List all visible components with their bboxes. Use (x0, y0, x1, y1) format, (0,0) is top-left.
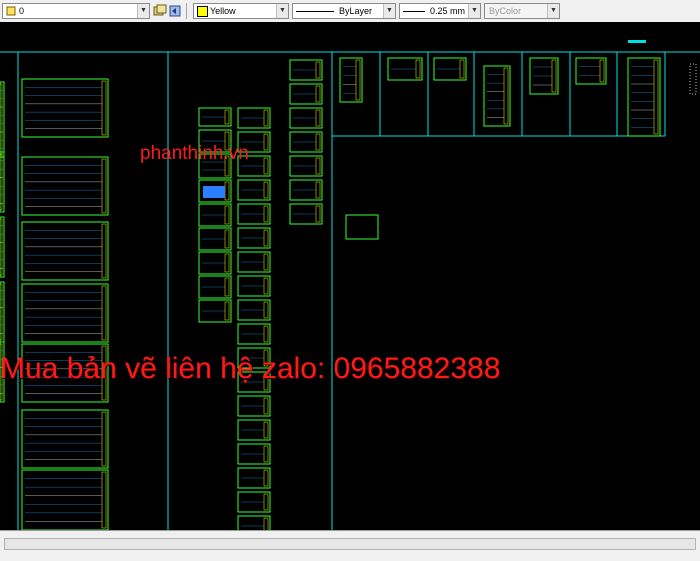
title-block (263, 157, 269, 175)
title-block (224, 277, 230, 297)
title-block (101, 158, 107, 214)
chevron-down-icon[interactable]: ▼ (383, 4, 395, 18)
title-block (263, 253, 269, 271)
title-block (315, 157, 321, 175)
title-block (224, 253, 230, 273)
title-block (101, 223, 107, 279)
color-swatch (197, 6, 208, 17)
annotation-text (689, 63, 697, 95)
title-block (315, 109, 321, 127)
layer-previous-icon[interactable] (169, 4, 183, 18)
status-bar (0, 530, 700, 561)
title-block (315, 205, 321, 223)
layer-bulb-icon (6, 6, 16, 16)
properties-toolbar: 0 ▼ Yellow ▼ ByLayer ▼ 0.25 mm ▼ ByColor… (0, 0, 700, 23)
title-block (224, 205, 230, 225)
title-block (101, 471, 107, 529)
title-block (263, 205, 269, 223)
color-dropdown[interactable]: Yellow ▼ (193, 3, 289, 19)
layer-value: 0 (19, 6, 25, 16)
title-block (459, 59, 465, 79)
title-block (315, 61, 321, 79)
title-block (101, 285, 107, 341)
drawing-sheet (345, 214, 379, 240)
title-block (263, 325, 269, 343)
title-block (263, 301, 269, 319)
drawing-sheet (21, 469, 109, 530)
title-block (653, 59, 659, 135)
drawing-sheet (21, 78, 109, 138)
plotstyle-value: ByColor (489, 6, 522, 16)
layer-state-icon[interactable] (153, 4, 167, 18)
title-block (551, 59, 557, 93)
title-block (263, 469, 269, 487)
title-block (263, 517, 269, 530)
title-block (315, 133, 321, 151)
lineweight-value: 0.25 mm (430, 6, 466, 16)
horizontal-scrollbar[interactable] (4, 538, 696, 550)
chevron-down-icon[interactable]: ▼ (137, 4, 149, 18)
linetype-value: ByLayer (339, 6, 373, 16)
title-block (101, 411, 107, 467)
title-block (315, 85, 321, 103)
linetype-dropdown[interactable]: ByLayer ▼ (292, 3, 396, 19)
layer-dropdown[interactable]: 0 ▼ (2, 3, 150, 19)
title-block (101, 80, 107, 136)
highlighted-sheet (203, 186, 225, 198)
title-block (263, 421, 269, 439)
title-block (224, 109, 230, 125)
title-block (263, 445, 269, 463)
chevron-down-icon: ▼ (547, 4, 559, 18)
linetype-preview (296, 11, 334, 12)
chevron-down-icon[interactable]: ▼ (276, 4, 288, 18)
drawing-sheet (21, 221, 109, 281)
title-block (599, 59, 605, 83)
title-block (263, 229, 269, 247)
color-value: Yellow (210, 6, 236, 16)
title-block (263, 277, 269, 295)
title-block (503, 67, 509, 125)
title-block (263, 493, 269, 511)
title-block (263, 397, 269, 415)
title-block (263, 133, 269, 151)
frame-marker (628, 40, 646, 43)
model-space-drawing[interactable] (0, 22, 700, 530)
site-watermark: phanthinh.vn (140, 143, 249, 164)
title-block (263, 109, 269, 127)
chevron-down-icon[interactable]: ▼ (468, 4, 480, 18)
toolbar-separator (186, 3, 187, 19)
drawing-sheet (575, 57, 607, 85)
title-block (263, 181, 269, 199)
title-block (415, 59, 421, 79)
lineweight-preview (403, 11, 425, 12)
drawing-sheet (483, 65, 511, 127)
title-block (224, 301, 230, 321)
title-block (224, 229, 230, 249)
title-block (315, 181, 321, 199)
drawing-canvas[interactable] (0, 22, 700, 530)
drawing-sheet (21, 409, 109, 469)
contact-watermark: Mua bản vẽ liên hệ zalo: 0965882388 (0, 352, 501, 385)
drawing-sheet (21, 283, 109, 343)
drawing-sheet (21, 156, 109, 216)
title-block (224, 181, 230, 201)
lineweight-dropdown[interactable]: 0.25 mm ▼ (399, 3, 481, 19)
drawing-sheet (627, 57, 661, 137)
title-block (355, 59, 361, 101)
plotstyle-dropdown: ByColor ▼ (484, 3, 560, 19)
drawing-sheet (339, 57, 363, 103)
